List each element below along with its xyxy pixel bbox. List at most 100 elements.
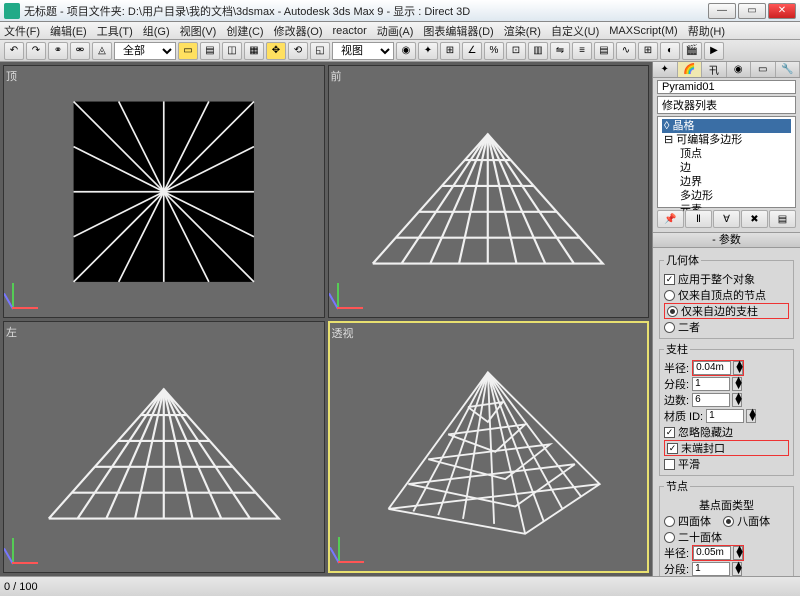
select-region-button[interactable]: ◫ [222,42,242,60]
unlink-button[interactable]: ⚮ [70,42,90,60]
menu-group[interactable]: 组(G) [143,23,170,39]
layers-button[interactable]: ▤ [594,42,614,60]
radio-icosa[interactable] [664,532,675,543]
checkbox-ignore-hidden[interactable]: ✓ [664,427,675,438]
tab-motion[interactable]: ◉ [727,62,752,77]
maximize-button[interactable]: ▭ [738,3,766,19]
material-button[interactable]: ◐ [660,42,680,60]
menu-tools[interactable]: 工具(T) [97,23,133,39]
align-button[interactable]: ≡ [572,42,592,60]
menu-create[interactable]: 创建(C) [226,23,263,39]
close-button[interactable]: ✕ [768,3,796,19]
viewport-left[interactable]: 左 [3,321,325,574]
menu-reactor[interactable]: reactor [333,25,367,37]
joints-radius-spinner[interactable]: ▲▼ [733,546,743,560]
viewport-front[interactable]: 前 [328,65,650,318]
pivot-button[interactable]: ◉ [396,42,416,60]
checkbox-end-caps[interactable]: ✓ [667,443,678,454]
snap-button[interactable]: ⊞ [440,42,460,60]
bind-button[interactable]: ◬ [92,42,112,60]
radio-both[interactable] [664,322,675,333]
stack-sub-polygon[interactable]: 多边形 [662,189,791,203]
minimize-button[interactable]: — [708,3,736,19]
modifier-list-dropdown[interactable]: 修改器列表 [657,96,796,114]
joints-segs-spinner[interactable]: ▲▼ [732,562,742,576]
viewport-top[interactable]: 顶 [3,65,325,318]
menu-file[interactable]: 文件(F) [4,23,40,39]
object-name-field[interactable]: Pyramid01 [657,80,796,94]
link-button[interactable]: ⚭ [48,42,68,60]
pin-stack-button[interactable]: 📌 [657,210,684,228]
remove-mod-button[interactable]: ✖ [741,210,768,228]
menu-help[interactable]: 帮助(H) [688,23,725,39]
percent-snap-button[interactable]: % [484,42,504,60]
struts-matid-spinner[interactable]: ▲▼ [746,409,756,423]
label-both: 二者 [678,319,700,335]
select-move-button[interactable]: ✥ [266,42,286,60]
stack-sub-border[interactable]: 边界 [662,175,791,189]
struts-sides-field[interactable]: 6 [692,393,730,407]
tab-display[interactable]: ▭ [751,62,776,77]
axis-gizmo-icon [338,533,368,563]
menu-edit[interactable]: 编辑(E) [50,23,87,39]
menu-maxscript[interactable]: MAXScript(M) [609,25,677,37]
spinner-snap-button[interactable]: ⊡ [506,42,526,60]
quick-render-button[interactable]: ▶ [704,42,724,60]
select-rotate-button[interactable]: ⟲ [288,42,308,60]
tab-create[interactable]: ✦ [653,62,678,77]
basetype-label: 基点面类型 [664,497,789,513]
redo-button[interactable]: ↷ [26,42,46,60]
tab-hierarchy[interactable]: 卂 [702,62,727,77]
struts-radius-spinner[interactable]: ▲▼ [733,361,743,375]
command-panel: ✦ 🌈 卂 ◉ ▭ 🔧 Pyramid01 修改器列表 ◊ 晶格 ⊟ 可编辑多边… [652,62,800,576]
select-scale-button[interactable]: ◱ [310,42,330,60]
stack-sub-vertex[interactable]: 顶点 [662,147,791,161]
stack-sub-edge[interactable]: 边 [662,161,791,175]
radio-octa[interactable] [723,516,734,527]
manipulate-button[interactable]: ✦ [418,42,438,60]
render-scene-button[interactable]: 🎬 [682,42,702,60]
curve-editor-button[interactable]: ∿ [616,42,636,60]
radio-tetra[interactable] [664,516,675,527]
label-ignore-hidden: 忽略隐藏边 [678,424,733,440]
label-tetra: 四面体 [678,513,711,529]
tab-utilities[interactable]: 🔧 [776,62,800,77]
tab-modify[interactable]: 🌈 [678,62,703,77]
joints-radius-field[interactable]: 0.05m [693,546,731,560]
checkbox-apply-whole[interactable]: ✓ [664,274,675,285]
viewport-perspective[interactable]: 透视 [328,321,650,574]
struts-sides-spinner[interactable]: ▲▼ [732,393,742,407]
radio-edge-only[interactable] [667,306,678,317]
rollout-parameters-header[interactable]: - 参数 [653,232,800,248]
angle-snap-button[interactable]: ∠ [462,42,482,60]
group-struts: 支柱 半径:0.04m▲▼ 分段:1▲▼ 边数:6▲▼ 材质 ID:1▲▼ ✓忽… [659,341,794,476]
select-name-button[interactable]: ▤ [200,42,220,60]
select-button[interactable]: ▭ [178,42,198,60]
struts-segs-spinner[interactable]: ▲▼ [732,377,742,391]
struts-radius-field[interactable]: 0.04m [693,361,731,375]
modifier-stack[interactable]: ◊ 晶格 ⊟ 可编辑多边形 顶点 边 边界 多边形 元素 [657,116,796,208]
menu-render[interactable]: 渲染(R) [504,23,541,39]
menu-customize[interactable]: 自定义(U) [551,23,599,39]
selection-filter[interactable]: 全部 [114,42,176,60]
joints-segs-field[interactable]: 1 [692,562,730,576]
show-end-button[interactable]: Ⅱ [685,210,712,228]
label-edge-only: 仅来自边的支柱 [681,303,758,319]
menu-modifiers[interactable]: 修改器(O) [274,23,323,39]
configure-button[interactable]: ▤ [769,210,796,228]
undo-button[interactable]: ↶ [4,42,24,60]
named-sel-button[interactable]: ▥ [528,42,548,60]
menu-animation[interactable]: 动画(A) [377,23,414,39]
radio-vertex-only[interactable] [664,290,675,301]
ref-coord-select[interactable]: 视图 [332,42,394,60]
checkbox-smooth[interactable] [664,459,675,470]
viewport-left-label: 左 [6,324,17,340]
menu-views[interactable]: 视图(V) [180,23,217,39]
struts-matid-field[interactable]: 1 [706,409,744,423]
struts-segs-field[interactable]: 1 [692,377,730,391]
menu-graph[interactable]: 图表编辑器(D) [423,23,493,39]
mirror-button[interactable]: ⇋ [550,42,570,60]
unique-button[interactable]: ∀ [713,210,740,228]
schematic-button[interactable]: ⊞ [638,42,658,60]
window-crossing-button[interactable]: ▦ [244,42,264,60]
